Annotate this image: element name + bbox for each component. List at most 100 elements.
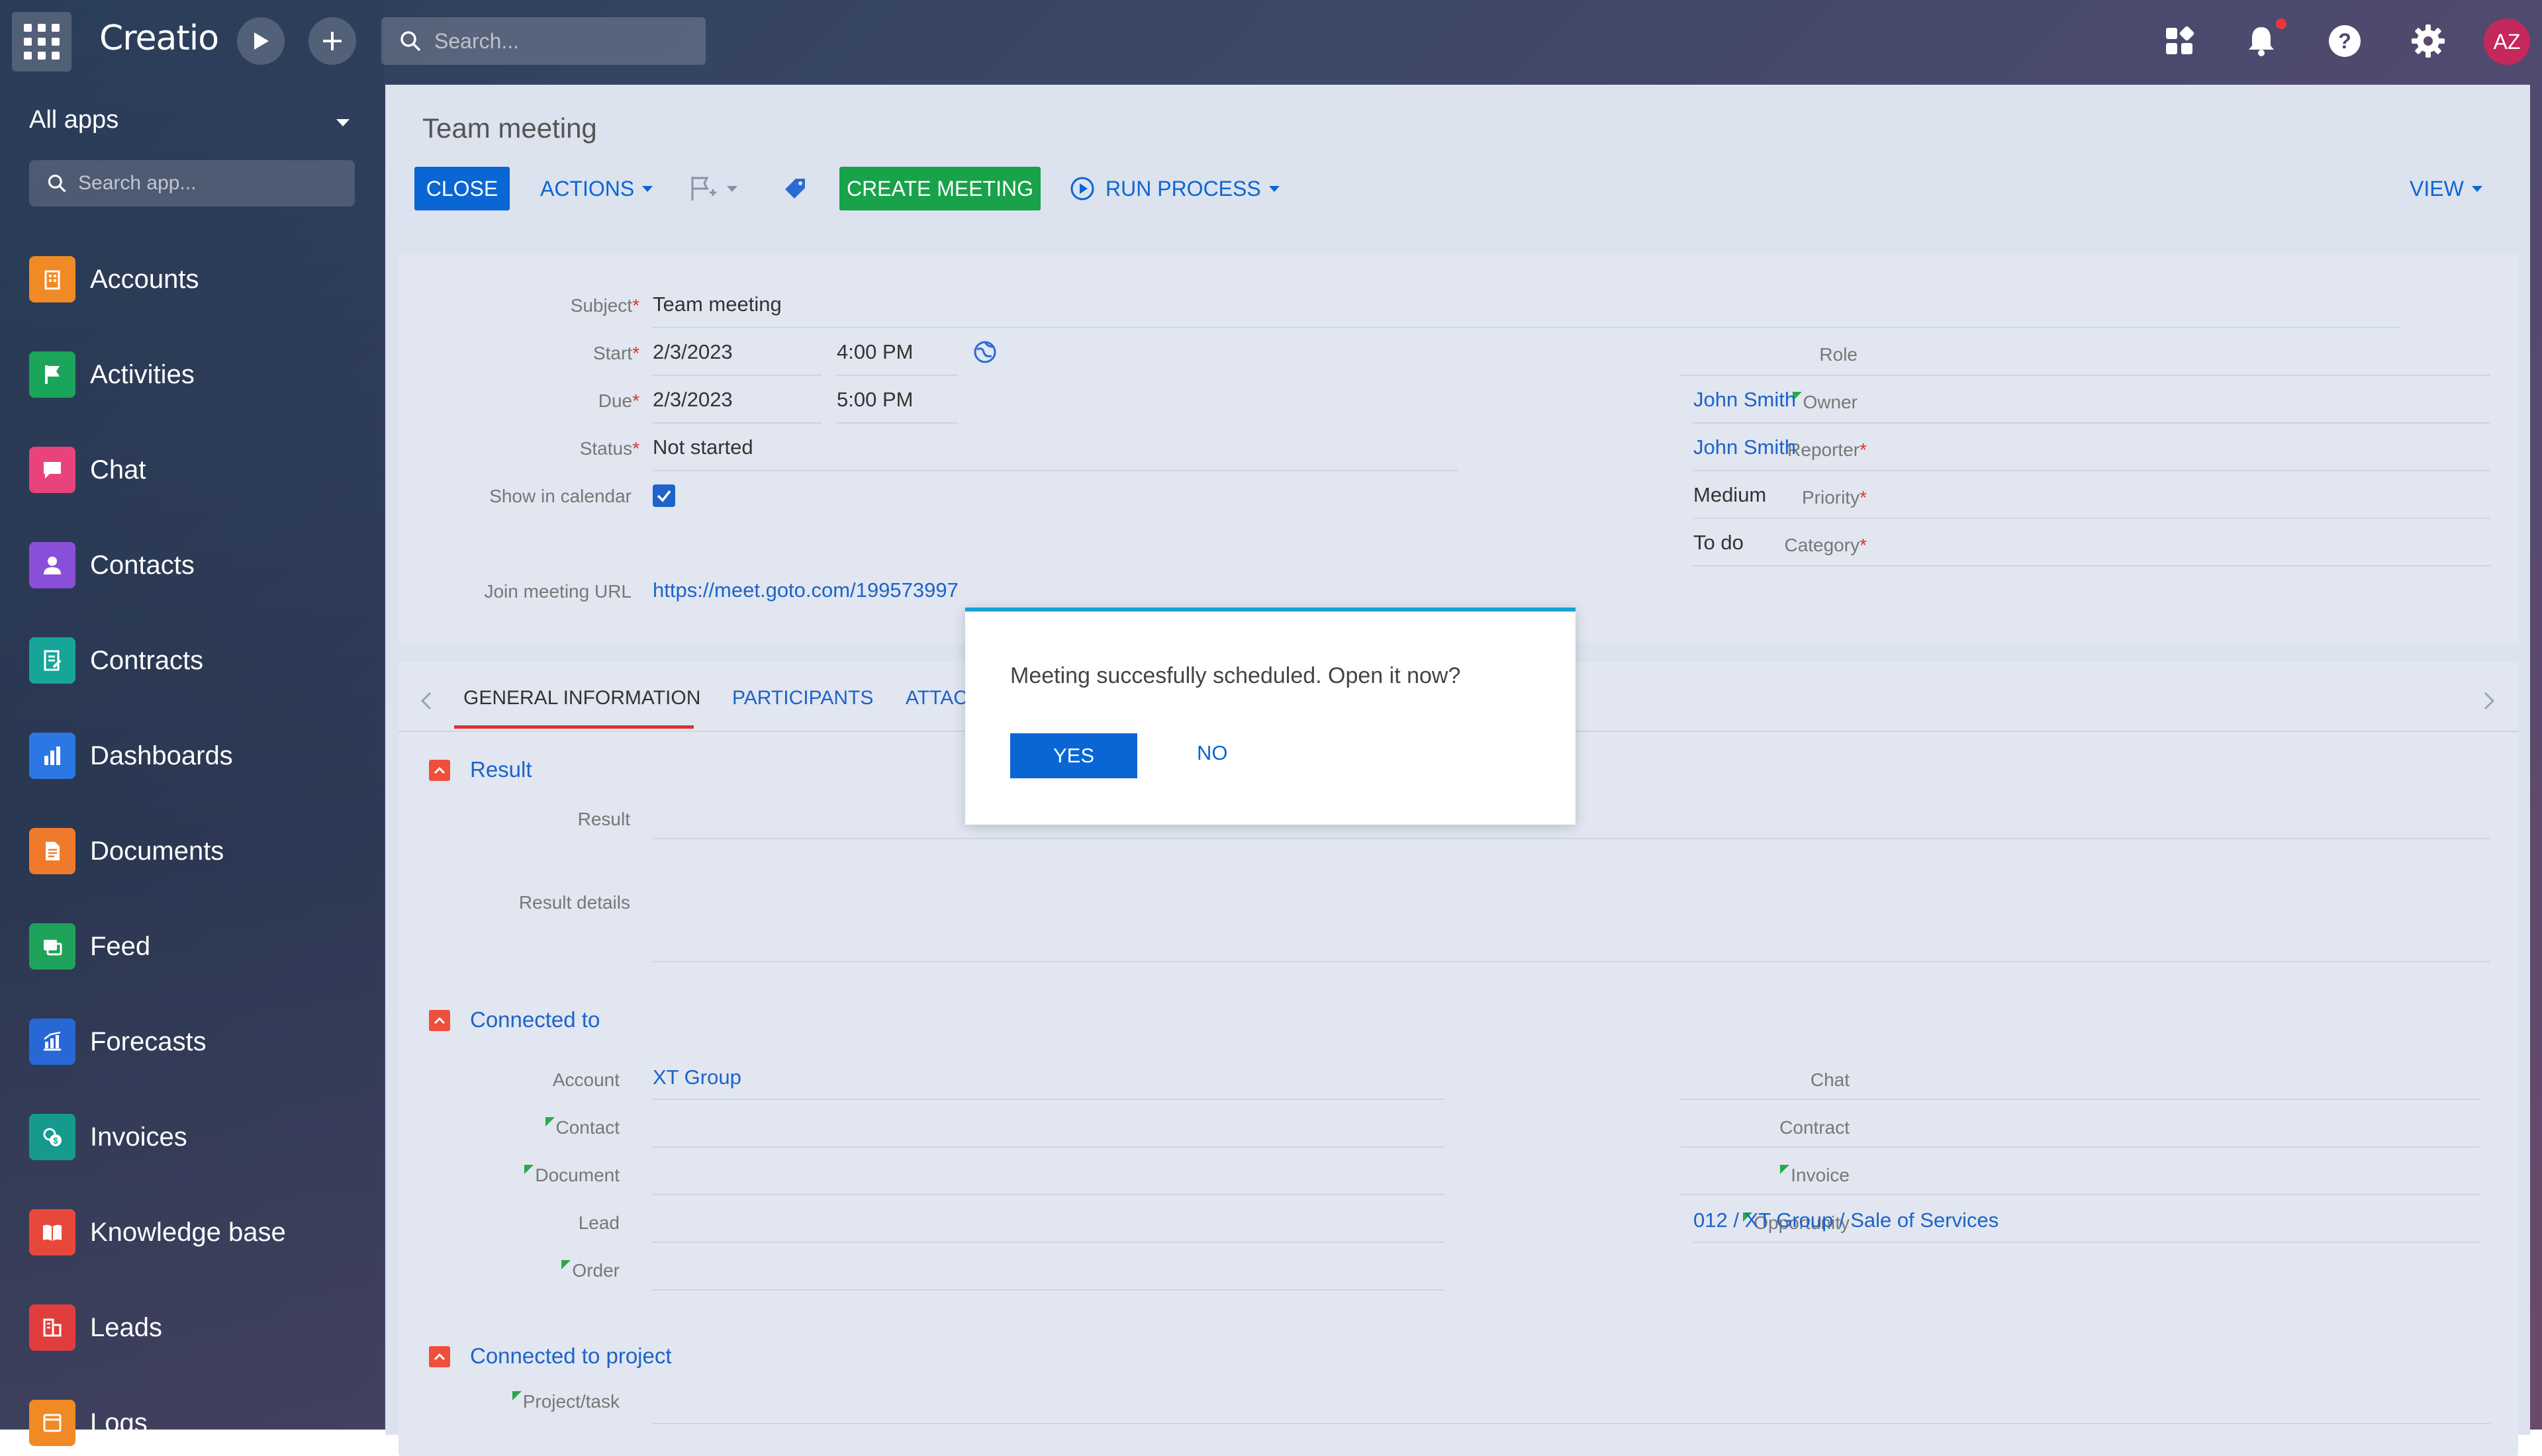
global-search-placeholder: Search... — [434, 28, 520, 53]
sidebar-item-label: Feed — [90, 931, 151, 961]
timezone-icon[interactable] — [972, 339, 998, 365]
checkmark-icon — [657, 490, 671, 502]
top-bar: Creatio Search... ? AZ — [0, 0, 2542, 82]
chat-bubble-icon — [29, 447, 75, 493]
play-circle-icon — [1070, 177, 1094, 201]
all-apps-selector[interactable]: All apps — [29, 106, 118, 134]
tag-button[interactable] — [784, 167, 806, 210]
tab-general-information[interactable]: GENERAL INFORMATION — [463, 687, 700, 709]
apps-button[interactable] — [2158, 20, 2200, 62]
help-button[interactable]: ? — [2324, 20, 2366, 62]
sidebar-item-leads[interactable]: Leads — [29, 1301, 373, 1354]
category-field[interactable]: To do — [1693, 531, 1744, 555]
result-section-title[interactable]: Result — [470, 757, 532, 782]
flag-icon — [29, 351, 75, 398]
result-label: Result — [577, 809, 630, 829]
document-label: Document — [399, 1165, 620, 1186]
category-label: Category* — [1784, 535, 1867, 555]
contract-label: Contract — [1779, 1117, 1850, 1138]
run-process-button[interactable]: RUN PROCESS — [1070, 167, 1280, 210]
invoice-underline — [1680, 1194, 2480, 1195]
document-underline — [653, 1194, 1444, 1195]
sidebar-item-label: Contracts — [90, 645, 204, 675]
run-button[interactable] — [237, 17, 285, 65]
sidebar-item-chat[interactable]: Chat — [29, 443, 373, 496]
global-search[interactable]: Search... — [381, 17, 706, 65]
account-field[interactable]: XT Group — [653, 1066, 741, 1089]
app-search-input[interactable]: Search app... — [29, 160, 355, 206]
add-button[interactable] — [308, 17, 356, 65]
sidebar-item-label: Leads — [90, 1312, 162, 1342]
result-collapse-toggle[interactable] — [429, 760, 450, 781]
sidebar-item-contacts[interactable]: Contacts — [29, 539, 373, 592]
start-time-field[interactable]: 4:00 PM — [837, 340, 913, 364]
sidebar-item-dashboards[interactable]: Dashboards — [29, 729, 373, 782]
due-label: Due* — [598, 390, 639, 411]
close-button[interactable]: CLOSE — [414, 167, 510, 210]
project-task-underline — [653, 1423, 2490, 1424]
sidebar-item-invoices[interactable]: $ Invoices — [29, 1111, 373, 1163]
apps-icon — [2166, 26, 2194, 54]
status-label: Status* — [579, 438, 639, 459]
feed-icon — [29, 923, 75, 970]
sidebar-item-accounts[interactable]: Accounts — [29, 253, 373, 306]
project-section-title[interactable]: Connected to project — [470, 1343, 672, 1369]
account-underline — [653, 1099, 1444, 1100]
connected-collapse-toggle[interactable] — [429, 1010, 450, 1031]
status-field[interactable]: Not started — [653, 435, 753, 459]
leads-icon — [29, 1304, 75, 1351]
flag-menu-button[interactable] — [690, 167, 737, 210]
sidebar-item-documents[interactable]: Documents — [29, 825, 373, 878]
view-button[interactable]: VIEW — [2410, 167, 2482, 210]
role-underline — [1680, 375, 2490, 376]
chevron-left-icon[interactable] — [418, 691, 434, 711]
sidebar-item-label: Knowledge base — [90, 1217, 286, 1247]
actions-label: ACTIONS — [540, 176, 635, 201]
help-icon: ? — [2329, 25, 2361, 57]
owner-underline — [1693, 422, 2490, 424]
actions-button[interactable]: ACTIONS — [540, 167, 653, 210]
creatio-logo: Creatio — [99, 19, 219, 58]
contract-icon — [29, 637, 75, 684]
avatar[interactable]: AZ — [2484, 19, 2530, 65]
connected-section-title[interactable]: Connected to — [470, 1007, 600, 1032]
gear-icon — [2412, 24, 2445, 58]
sidebar-item-logs[interactable]: Logs — [29, 1396, 373, 1449]
join-url-link[interactable]: https://meet.goto.com/199573997 — [653, 578, 959, 602]
chevron-right-icon[interactable] — [2481, 691, 2497, 711]
sidebar-item-knowledge-base[interactable]: Knowledge base — [29, 1206, 373, 1259]
settings-button[interactable] — [2407, 20, 2449, 62]
yes-button[interactable]: YES — [1010, 733, 1137, 778]
result-underline — [653, 838, 2490, 839]
role-label: Role — [1819, 344, 1858, 365]
sidebar-item-contracts[interactable]: Contracts — [29, 634, 373, 687]
project-collapse-toggle[interactable] — [429, 1346, 450, 1367]
opportunity-field[interactable]: 012 / XT Group / Sale of Services — [1693, 1208, 1999, 1232]
tab-participants[interactable]: PARTICIPANTS — [732, 687, 873, 709]
no-button[interactable]: NO — [1197, 741, 1228, 765]
project-task-label: Project/task — [399, 1391, 620, 1412]
invoice-label: Invoice — [1656, 1165, 1850, 1186]
owner-field[interactable]: John Smith — [1693, 388, 1796, 412]
chevron-down-icon — [1268, 185, 1280, 192]
svg-text:?: ? — [2338, 29, 2351, 53]
sidebar-item-label: Chat — [90, 455, 146, 484]
due-time-field[interactable]: 5:00 PM — [837, 388, 913, 412]
notification-badge — [2276, 19, 2286, 29]
status-underline — [653, 470, 1458, 471]
priority-field[interactable]: Medium — [1693, 483, 1766, 507]
category-underline — [1693, 565, 2490, 567]
create-meeting-button[interactable]: CREATE MEETING — [839, 167, 1041, 210]
sidebar-item-forecasts[interactable]: Forecasts — [29, 1015, 373, 1068]
start-date-field[interactable]: 2/3/2023 — [653, 340, 733, 364]
show-in-calendar-checkbox[interactable] — [653, 484, 675, 507]
subject-underline — [653, 327, 2400, 328]
sidebar-item-activities[interactable]: Activities — [29, 348, 373, 401]
due-date-field[interactable]: 2/3/2023 — [653, 388, 733, 412]
start-label: Start* — [592, 343, 639, 363]
sidebar-item-feed[interactable]: Feed — [29, 920, 373, 973]
subject-field[interactable]: Team meeting — [653, 293, 782, 316]
reporter-field[interactable]: John Smith — [1693, 435, 1796, 459]
chevron-down-icon[interactable] — [336, 119, 350, 126]
app-grid-button[interactable] — [12, 12, 71, 71]
